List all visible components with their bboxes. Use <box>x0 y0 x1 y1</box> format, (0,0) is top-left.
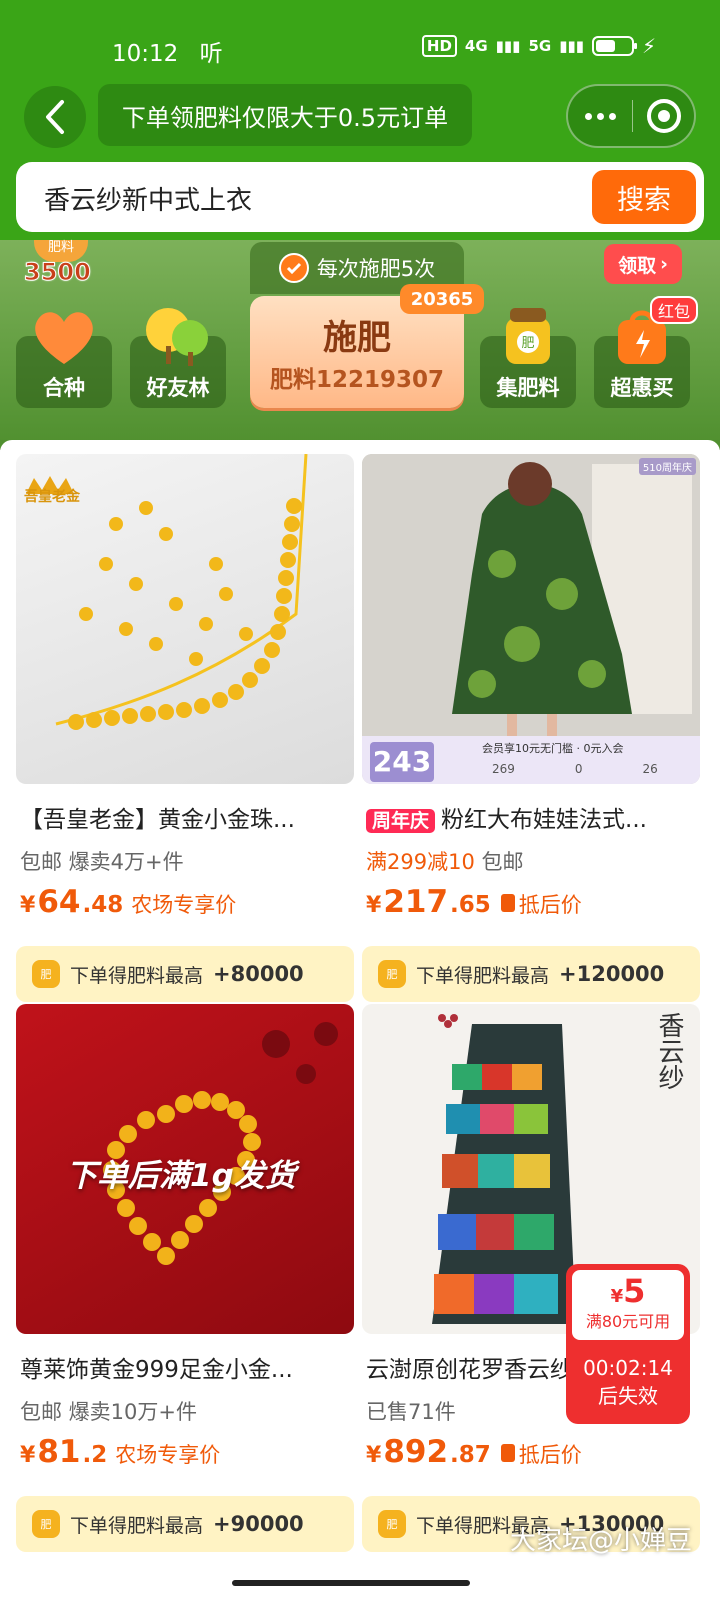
home-indicator[interactable] <box>232 1580 470 1586</box>
fertilizer-bag-icon: 肥 <box>32 960 60 988</box>
status-icons: HD 4G ▮▮▮ 5G ▮▮▮ ⚡ <box>421 34 656 58</box>
charging-icon: ⚡ <box>641 34 656 58</box>
product-title: 【吾皇老金】黄金小金珠... <box>20 807 295 833</box>
coupon-icon <box>500 1444 515 1462</box>
calligraphy-text: 香云纱 <box>654 1012 684 1090</box>
product-price: ¥217.65 抵后价 <box>366 884 582 920</box>
fertilizer-bag-icon: 肥 <box>378 960 406 988</box>
more-button[interactable] <box>568 112 632 120</box>
coupon-timer: 00:02:14 后失效 <box>583 1356 673 1408</box>
close-miniapp-button[interactable] <box>633 98 694 134</box>
fertilizer-stock: 肥料 3500 <box>24 240 98 298</box>
hd-icon: HD <box>421 35 457 57</box>
heart-icon <box>35 312 93 364</box>
product-card[interactable]: 510周年庆 243 会员享10元无门槛 · 0元入会 269 0 26 周年庆 粉红… <box>362 454 700 1002</box>
signal-bars-icon: ▮▮▮ <box>559 37 584 55</box>
product-image[interactable]: 下单后满1g发货 <box>16 1004 354 1334</box>
promo-banner: 下单领肥料仅限大于0.5元订单 <box>98 84 472 146</box>
anniversary-badge: 周年庆 <box>366 809 436 833</box>
search-button[interactable]: 搜索 <box>592 170 696 224</box>
search-input[interactable]: 香云纱新中式上衣 <box>44 180 252 217</box>
product-price: ¥892.87 抵后价 <box>366 1434 582 1470</box>
product-image[interactable]: 510周年庆 243 会员享10元无门槛 · 0元入会 269 0 26 <box>362 454 700 784</box>
chevron-left-icon <box>46 100 64 134</box>
tile-friends-forest[interactable]: 好友林 <box>130 308 226 408</box>
trees-icon <box>146 308 208 366</box>
farm-panel: 肥料 3500 每次施肥5次 领取 › 合种 好友林 施肥 肥料12219307 … <box>0 240 720 450</box>
product-sub: 包邮 爆卖4万+件 <box>20 850 184 874</box>
image-banner: 243 会员享10元无门槛 · 0元入会 269 0 26 <box>362 736 700 784</box>
product-title: 尊莱饰黄金999足金小金... <box>20 1357 293 1383</box>
status-bar: 10:12 听 HD 4G ▮▮▮ 5G ▮▮▮ ⚡ <box>0 0 720 80</box>
product-sub: 包邮 爆卖10万+件 <box>20 1400 197 1424</box>
product-card[interactable]: 吾皇老金 【吾皇老金】黄金小金珠... 包邮 爆卖4万+件 ¥64.48 农场专享… <box>16 454 354 1002</box>
fertilizer-bag-icon: 肥 <box>378 1510 406 1538</box>
product-feed: 吾皇老金 【吾皇老金】黄金小金珠... 包邮 爆卖4万+件 ¥64.48 农场专享… <box>0 440 720 1600</box>
red-packet-badge: 红包 <box>650 296 698 324</box>
check-icon <box>278 253 309 283</box>
tile-super-deals[interactable]: 超惠买 <box>594 310 690 408</box>
product-sub: 已售71件 <box>366 1400 456 1424</box>
watermark: 大家坛@小婵豆 <box>509 1526 692 1556</box>
search-bar: 香云纱新中式上衣 搜索 <box>16 162 704 232</box>
svg-text:肥: 肥 <box>521 336 534 351</box>
back-button[interactable] <box>24 86 86 148</box>
fertilize-mode-label: 每次施肥5次 <box>316 257 436 281</box>
status-time: 10:12 听 <box>112 41 223 67</box>
fertilizer-reward: 肥 下单得肥料最高 +120000 <box>362 946 700 1002</box>
fertilizer-bag-icon: 肥 <box>32 1510 60 1538</box>
signal-bars-icon: ▮▮▮ <box>495 37 521 55</box>
target-icon <box>646 99 681 133</box>
fertilize-count-badge: 20365 <box>400 284 484 314</box>
nav-bar: 下单领肥料仅限大于0.5元订单 <box>0 82 720 152</box>
tile-cofarm[interactable]: 合种 <box>16 312 112 408</box>
coupon-icon <box>500 894 515 912</box>
signal-5g-icon: 5G <box>528 37 552 55</box>
fertilizer-reward: 肥 下单得肥料最高 +90000 <box>16 1496 354 1552</box>
product-price: ¥81.2 农场专享价 <box>20 1434 221 1470</box>
product-image[interactable]: 吾皇老金 <box>16 454 354 784</box>
brand-logo: 吾皇老金 <box>24 489 80 505</box>
signal-4g-icon: 4G <box>464 37 488 55</box>
product-card[interactable]: 下单后满1g发货 尊莱饰黄金999足金小金... 包邮 爆卖10万+件 ¥81.… <box>16 1004 354 1552</box>
image-overlay-text: 下单后满1g发货 <box>66 1158 296 1194</box>
product-price: ¥64.48 农场专享价 <box>20 884 237 920</box>
battery-icon <box>591 36 637 56</box>
claim-button[interactable]: 领取 › <box>604 244 682 284</box>
floating-coupon[interactable]: ¥5 满80元可用 00:02:14 后失效 <box>566 1264 690 1424</box>
event-corner-tag: 510周年庆 <box>638 458 696 475</box>
product-title: 周年庆 粉红大布娃娃法式... <box>366 800 696 834</box>
fertilizer-stock-value: 3500 <box>24 258 92 287</box>
fertilizer-bag-icon: 肥 <box>506 308 550 364</box>
tile-collect-fertilizer[interactable]: 肥 集肥料 <box>480 308 576 408</box>
product-sub: 满299减10 包邮 <box>366 850 524 874</box>
fertilizer-reward: 肥 下单得肥料最高 +80000 <box>16 946 354 1002</box>
miniapp-capsule <box>566 84 696 148</box>
